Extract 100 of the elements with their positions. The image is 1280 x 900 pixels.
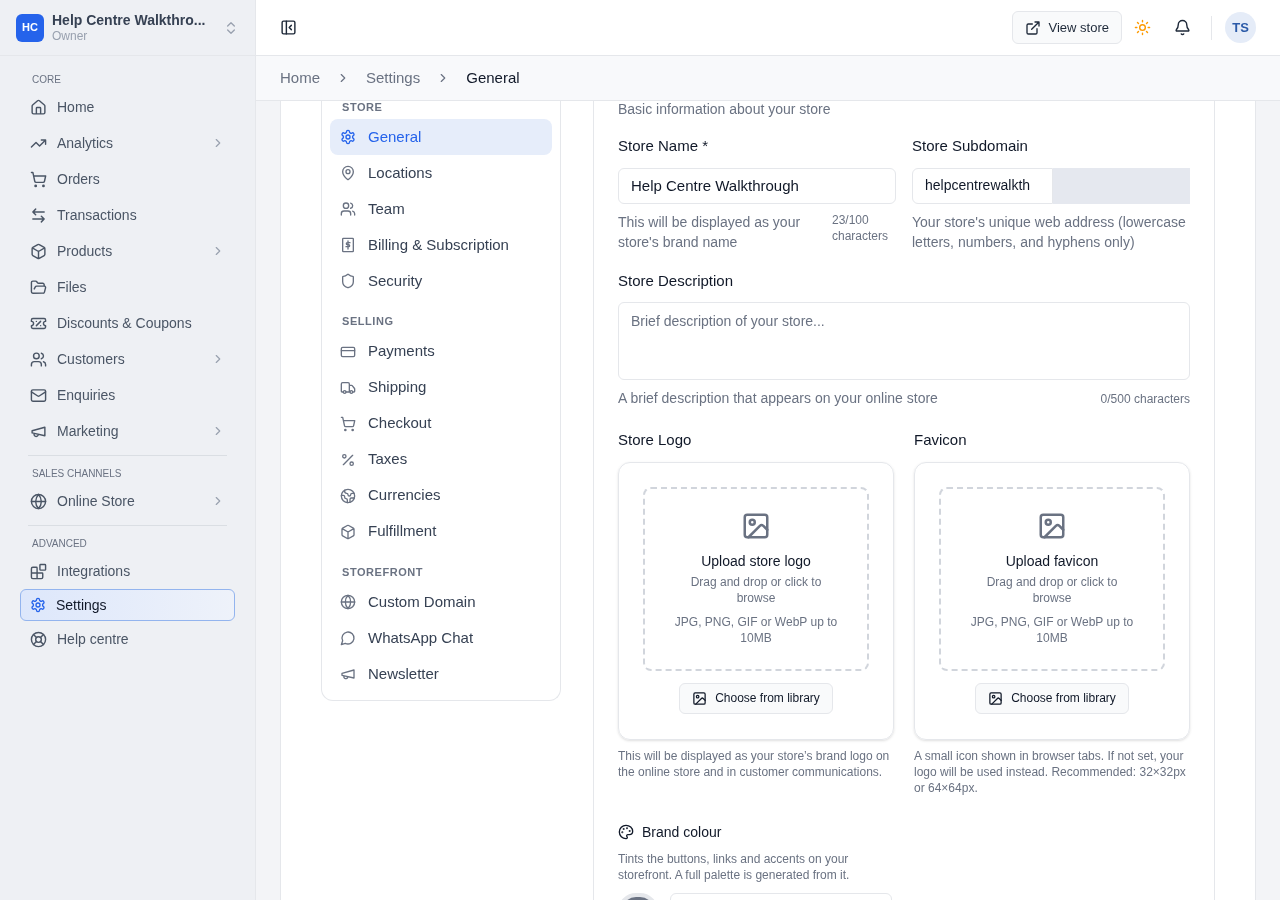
upload-title: Upload store logo bbox=[701, 552, 811, 571]
sidebar-item[interactable]: Transactions bbox=[20, 197, 235, 233]
sidebar-item[interactable]: Enquiries bbox=[20, 377, 235, 413]
section-heading: SELLING bbox=[341, 314, 395, 329]
lifebuoy-icon bbox=[30, 630, 47, 648]
field-label: Store Logo bbox=[618, 430, 693, 450]
upload-hint: Drag and drop or click to browse bbox=[985, 574, 1119, 606]
sidebar-item[interactable]: Help centre bbox=[20, 621, 235, 657]
upload-formats: JPG, PNG, GIF or WebP up to 10MB bbox=[673, 614, 839, 646]
subdomain-field[interactable]: helpcentrewalkth bbox=[912, 167, 1053, 204]
settings-nav-item[interactable]: Security bbox=[330, 263, 552, 299]
megaphone-icon bbox=[340, 666, 356, 682]
sidebar-item[interactable]: Settings bbox=[20, 589, 235, 621]
palette-icon bbox=[618, 824, 634, 840]
box-icon bbox=[340, 523, 356, 540]
settings-nav-item[interactable]: WhatsApp Chat bbox=[330, 620, 552, 656]
settings-nav-item[interactable]: Billing & Subscription bbox=[330, 227, 552, 263]
sidebar-item[interactable]: Files bbox=[20, 269, 235, 305]
settings-nav-item[interactable]: Custom Domain bbox=[330, 584, 552, 620]
view-store-button[interactable]: View store bbox=[1011, 11, 1122, 44]
arrows-icon bbox=[30, 206, 47, 224]
settings-nav-item[interactable]: Shipping bbox=[330, 369, 552, 406]
section-title: Brand colour bbox=[642, 822, 722, 842]
help-text: Tints the buttons, links and accents on your storefront. A full palette is generated from it. bbox=[618, 850, 851, 883]
settings-nav-item[interactable]: Payments bbox=[330, 333, 552, 370]
settings-nav-item[interactable]: Taxes bbox=[330, 441, 552, 478]
pin-icon bbox=[340, 165, 356, 181]
workspace-name: Help Centre Walkthro... bbox=[52, 11, 207, 28]
sidebar-item[interactable]: Analytics bbox=[20, 125, 235, 161]
sidebar-item[interactable]: Customers bbox=[20, 341, 235, 377]
field-label: Store Name * bbox=[618, 136, 710, 156]
globe-icon bbox=[340, 487, 356, 504]
help-text: This will be displayed as your store’s brand logo on the online store and in customer communications. bbox=[618, 747, 891, 780]
sidebar-item[interactable]: Discounts & Coupons bbox=[20, 305, 235, 341]
field-label: Store Subdomain bbox=[912, 136, 1029, 156]
sidebar-item[interactable]: Marketing bbox=[20, 413, 235, 449]
envelope-icon bbox=[30, 386, 47, 404]
section-heading: CORE bbox=[31, 73, 62, 87]
settings-nav-item[interactable]: Locations bbox=[330, 155, 552, 191]
sidebar-item[interactable]: Products bbox=[20, 233, 235, 269]
sidebar-item[interactable]: Integrations bbox=[20, 553, 235, 589]
globe-icon bbox=[30, 492, 47, 510]
people-icon bbox=[30, 350, 47, 368]
help-text: This will be displayed as your store's brand name bbox=[618, 212, 802, 252]
workspace-avatar: HC bbox=[16, 13, 44, 42]
external-link-icon bbox=[1024, 19, 1041, 36]
blocks-icon bbox=[30, 562, 47, 580]
settings-nav-item[interactable]: General bbox=[330, 119, 552, 155]
choose-library-button[interactable]: Choose from library bbox=[679, 682, 833, 714]
sidebar-item[interactable]: Home bbox=[20, 89, 235, 125]
upload-formats: JPG, PNG, GIF or WebP up to 10MB bbox=[969, 614, 1135, 646]
store-name-field[interactable]: Help Centre Walkthrough bbox=[618, 167, 896, 204]
globe-icon bbox=[340, 594, 356, 610]
description-field[interactable]: Brief description of your store... bbox=[618, 302, 1190, 380]
settings-nav-item[interactable]: Checkout bbox=[330, 405, 552, 442]
upload-hint: Drag and drop or click to browse bbox=[689, 574, 823, 606]
section-heading: ADVANCED bbox=[31, 537, 88, 551]
image-icon bbox=[741, 511, 771, 541]
bell-icon[interactable] bbox=[1174, 19, 1191, 36]
settings-nav-item[interactable]: Currencies bbox=[330, 477, 552, 514]
section-heading: STOREFRONT bbox=[341, 564, 425, 580]
card-subtitle: Basic information about your store bbox=[618, 101, 832, 117]
breadcrumb-link[interactable]: Settings bbox=[366, 66, 421, 90]
sidebar-item[interactable]: Online Store bbox=[20, 483, 235, 519]
drop-zone[interactable]: Upload store logo Drag and drop or click to browse JPG, PNG, GIF or WebP up to 10MB bbox=[643, 486, 869, 671]
upload-title: Upload favicon bbox=[1005, 552, 1099, 571]
settings-nav-item[interactable]: Newsletter bbox=[330, 656, 552, 692]
chat-icon bbox=[340, 630, 356, 646]
cart-icon bbox=[340, 415, 356, 432]
character-counter: 23/100 characters bbox=[832, 211, 890, 245]
help-text: A brief description that appears on your online store bbox=[618, 389, 938, 408]
breadcrumb-link[interactable]: Home bbox=[280, 66, 320, 90]
field-label: Favicon bbox=[914, 430, 968, 450]
shield-icon bbox=[340, 273, 356, 289]
cart-icon bbox=[30, 170, 47, 188]
receipt-icon bbox=[340, 237, 356, 253]
box-icon bbox=[30, 242, 47, 260]
house-icon bbox=[30, 98, 47, 116]
character-counter: 0/500 characters bbox=[1100, 391, 1190, 408]
help-text: Your store's unique web address (lowercase letters, numbers, and hyphens only) bbox=[912, 212, 1187, 252]
gear-icon bbox=[30, 597, 46, 613]
user-avatar[interactable]: TS bbox=[1225, 12, 1256, 43]
image-icon bbox=[1037, 511, 1067, 541]
percent-icon bbox=[340, 451, 356, 468]
field-label: Store Description bbox=[618, 270, 735, 291]
drop-zone[interactable]: Upload favicon Drag and drop or click to browse JPG, PNG, GIF or WebP up to 10MB bbox=[939, 486, 1165, 671]
workspace-role: Owner bbox=[52, 28, 89, 44]
sidebar-toggle-icon[interactable] bbox=[280, 19, 297, 36]
breadcrumb-current: General bbox=[466, 67, 520, 88]
image-icon bbox=[692, 690, 708, 706]
sidebar-item[interactable]: Orders bbox=[20, 161, 235, 197]
settings-nav-item[interactable]: Team bbox=[330, 191, 552, 227]
image-icon bbox=[988, 690, 1004, 706]
section-heading: STORE bbox=[341, 101, 384, 115]
choose-library-button[interactable]: Choose from library bbox=[975, 682, 1129, 714]
people-icon bbox=[340, 201, 356, 217]
section-heading: SALES CHANNELS bbox=[31, 467, 123, 481]
settings-nav-item[interactable]: Fulfillment bbox=[330, 513, 552, 550]
folder-icon bbox=[30, 278, 47, 296]
help-text: A small icon shown in browser tabs. If not set, your logo will be used instead. Recommended: 32×32px or 64×64px. bbox=[914, 747, 1187, 796]
